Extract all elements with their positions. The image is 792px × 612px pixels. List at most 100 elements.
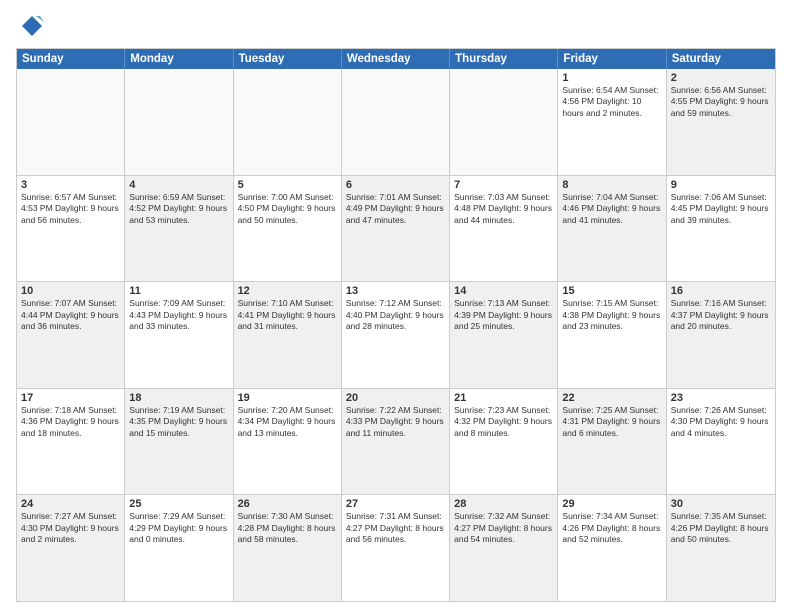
day-info: Sunrise: 7:23 AM Sunset: 4:32 PM Dayligh… (454, 405, 553, 439)
day-info: Sunrise: 7:32 AM Sunset: 4:27 PM Dayligh… (454, 511, 553, 545)
day-info: Sunrise: 7:10 AM Sunset: 4:41 PM Dayligh… (238, 298, 337, 332)
day-number: 9 (671, 179, 771, 191)
day-number: 18 (129, 392, 228, 404)
empty-cell-0-4 (450, 69, 558, 175)
day-info: Sunrise: 7:09 AM Sunset: 4:43 PM Dayligh… (129, 298, 228, 332)
page: SundayMondayTuesdayWednesdayThursdayFrid… (0, 0, 792, 612)
logo (16, 12, 48, 40)
day-number: 21 (454, 392, 553, 404)
day-info: Sunrise: 7:30 AM Sunset: 4:28 PM Dayligh… (238, 511, 337, 545)
day-info: Sunrise: 7:18 AM Sunset: 4:36 PM Dayligh… (21, 405, 120, 439)
calendar-row-3: 17Sunrise: 7:18 AM Sunset: 4:36 PM Dayli… (17, 388, 775, 495)
day-info: Sunrise: 6:59 AM Sunset: 4:52 PM Dayligh… (129, 192, 228, 226)
day-info: Sunrise: 7:19 AM Sunset: 4:35 PM Dayligh… (129, 405, 228, 439)
day-info: Sunrise: 7:00 AM Sunset: 4:50 PM Dayligh… (238, 192, 337, 226)
day-number: 5 (238, 179, 337, 191)
day-cell-22: 22Sunrise: 7:25 AM Sunset: 4:31 PM Dayli… (558, 389, 666, 495)
day-cell-16: 16Sunrise: 7:16 AM Sunset: 4:37 PM Dayli… (667, 282, 775, 388)
day-cell-9: 9Sunrise: 7:06 AM Sunset: 4:45 PM Daylig… (667, 176, 775, 282)
day-number: 10 (21, 285, 120, 297)
empty-cell-0-3 (342, 69, 450, 175)
day-info: Sunrise: 7:16 AM Sunset: 4:37 PM Dayligh… (671, 298, 771, 332)
day-cell-21: 21Sunrise: 7:23 AM Sunset: 4:32 PM Dayli… (450, 389, 558, 495)
day-number: 1 (562, 72, 661, 84)
day-number: 11 (129, 285, 228, 297)
day-cell-30: 30Sunrise: 7:35 AM Sunset: 4:26 PM Dayli… (667, 495, 775, 601)
day-cell-10: 10Sunrise: 7:07 AM Sunset: 4:44 PM Dayli… (17, 282, 125, 388)
day-number: 30 (671, 498, 771, 510)
day-number: 25 (129, 498, 228, 510)
day-number: 29 (562, 498, 661, 510)
day-cell-13: 13Sunrise: 7:12 AM Sunset: 4:40 PM Dayli… (342, 282, 450, 388)
day-number: 8 (562, 179, 661, 191)
day-info: Sunrise: 7:22 AM Sunset: 4:33 PM Dayligh… (346, 405, 445, 439)
day-cell-5: 5Sunrise: 7:00 AM Sunset: 4:50 PM Daylig… (234, 176, 342, 282)
day-number: 14 (454, 285, 553, 297)
day-info: Sunrise: 7:29 AM Sunset: 4:29 PM Dayligh… (129, 511, 228, 545)
day-number: 3 (21, 179, 120, 191)
day-info: Sunrise: 7:27 AM Sunset: 4:30 PM Dayligh… (21, 511, 120, 545)
day-info: Sunrise: 7:01 AM Sunset: 4:49 PM Dayligh… (346, 192, 445, 226)
day-cell-1: 1Sunrise: 6:54 AM Sunset: 4:56 PM Daylig… (558, 69, 666, 175)
day-info: Sunrise: 7:04 AM Sunset: 4:46 PM Dayligh… (562, 192, 661, 226)
day-cell-24: 24Sunrise: 7:27 AM Sunset: 4:30 PM Dayli… (17, 495, 125, 601)
day-cell-17: 17Sunrise: 7:18 AM Sunset: 4:36 PM Dayli… (17, 389, 125, 495)
day-cell-20: 20Sunrise: 7:22 AM Sunset: 4:33 PM Dayli… (342, 389, 450, 495)
day-cell-11: 11Sunrise: 7:09 AM Sunset: 4:43 PM Dayli… (125, 282, 233, 388)
day-number: 24 (21, 498, 120, 510)
day-number: 12 (238, 285, 337, 297)
day-cell-8: 8Sunrise: 7:04 AM Sunset: 4:46 PM Daylig… (558, 176, 666, 282)
day-cell-27: 27Sunrise: 7:31 AM Sunset: 4:27 PM Dayli… (342, 495, 450, 601)
header-day-friday: Friday (558, 49, 666, 69)
day-info: Sunrise: 7:03 AM Sunset: 4:48 PM Dayligh… (454, 192, 553, 226)
calendar-row-1: 3Sunrise: 6:57 AM Sunset: 4:53 PM Daylig… (17, 175, 775, 282)
day-cell-23: 23Sunrise: 7:26 AM Sunset: 4:30 PM Dayli… (667, 389, 775, 495)
day-number: 22 (562, 392, 661, 404)
calendar-row-4: 24Sunrise: 7:27 AM Sunset: 4:30 PM Dayli… (17, 494, 775, 601)
day-info: Sunrise: 7:26 AM Sunset: 4:30 PM Dayligh… (671, 405, 771, 439)
calendar-row-2: 10Sunrise: 7:07 AM Sunset: 4:44 PM Dayli… (17, 281, 775, 388)
day-cell-15: 15Sunrise: 7:15 AM Sunset: 4:38 PM Dayli… (558, 282, 666, 388)
day-cell-25: 25Sunrise: 7:29 AM Sunset: 4:29 PM Dayli… (125, 495, 233, 601)
day-info: Sunrise: 6:57 AM Sunset: 4:53 PM Dayligh… (21, 192, 120, 226)
empty-cell-0-0 (17, 69, 125, 175)
header-day-wednesday: Wednesday (342, 49, 450, 69)
day-cell-14: 14Sunrise: 7:13 AM Sunset: 4:39 PM Dayli… (450, 282, 558, 388)
empty-cell-0-1 (125, 69, 233, 175)
day-cell-12: 12Sunrise: 7:10 AM Sunset: 4:41 PM Dayli… (234, 282, 342, 388)
day-number: 7 (454, 179, 553, 191)
calendar-row-0: 1Sunrise: 6:54 AM Sunset: 4:56 PM Daylig… (17, 69, 775, 175)
day-cell-4: 4Sunrise: 6:59 AM Sunset: 4:52 PM Daylig… (125, 176, 233, 282)
day-number: 16 (671, 285, 771, 297)
day-cell-6: 6Sunrise: 7:01 AM Sunset: 4:49 PM Daylig… (342, 176, 450, 282)
header-day-monday: Monday (125, 49, 233, 69)
day-info: Sunrise: 6:56 AM Sunset: 4:55 PM Dayligh… (671, 85, 771, 119)
day-info: Sunrise: 7:31 AM Sunset: 4:27 PM Dayligh… (346, 511, 445, 545)
day-number: 17 (21, 392, 120, 404)
day-info: Sunrise: 7:07 AM Sunset: 4:44 PM Dayligh… (21, 298, 120, 332)
day-number: 27 (346, 498, 445, 510)
day-number: 28 (454, 498, 553, 510)
day-cell-28: 28Sunrise: 7:32 AM Sunset: 4:27 PM Dayli… (450, 495, 558, 601)
calendar-body: 1Sunrise: 6:54 AM Sunset: 4:56 PM Daylig… (17, 69, 775, 601)
day-info: Sunrise: 7:35 AM Sunset: 4:26 PM Dayligh… (671, 511, 771, 545)
day-number: 6 (346, 179, 445, 191)
calendar: SundayMondayTuesdayWednesdayThursdayFrid… (16, 48, 776, 602)
header-day-tuesday: Tuesday (234, 49, 342, 69)
day-cell-18: 18Sunrise: 7:19 AM Sunset: 4:35 PM Dayli… (125, 389, 233, 495)
day-info: Sunrise: 7:25 AM Sunset: 4:31 PM Dayligh… (562, 405, 661, 439)
day-cell-26: 26Sunrise: 7:30 AM Sunset: 4:28 PM Dayli… (234, 495, 342, 601)
header (16, 12, 776, 40)
day-info: Sunrise: 7:15 AM Sunset: 4:38 PM Dayligh… (562, 298, 661, 332)
day-cell-2: 2Sunrise: 6:56 AM Sunset: 4:55 PM Daylig… (667, 69, 775, 175)
logo-icon (16, 12, 44, 40)
day-info: Sunrise: 7:13 AM Sunset: 4:39 PM Dayligh… (454, 298, 553, 332)
day-cell-29: 29Sunrise: 7:34 AM Sunset: 4:26 PM Dayli… (558, 495, 666, 601)
day-info: Sunrise: 7:20 AM Sunset: 4:34 PM Dayligh… (238, 405, 337, 439)
header-day-thursday: Thursday (450, 49, 558, 69)
calendar-header: SundayMondayTuesdayWednesdayThursdayFrid… (17, 49, 775, 69)
day-number: 13 (346, 285, 445, 297)
day-cell-3: 3Sunrise: 6:57 AM Sunset: 4:53 PM Daylig… (17, 176, 125, 282)
day-number: 4 (129, 179, 228, 191)
day-number: 19 (238, 392, 337, 404)
